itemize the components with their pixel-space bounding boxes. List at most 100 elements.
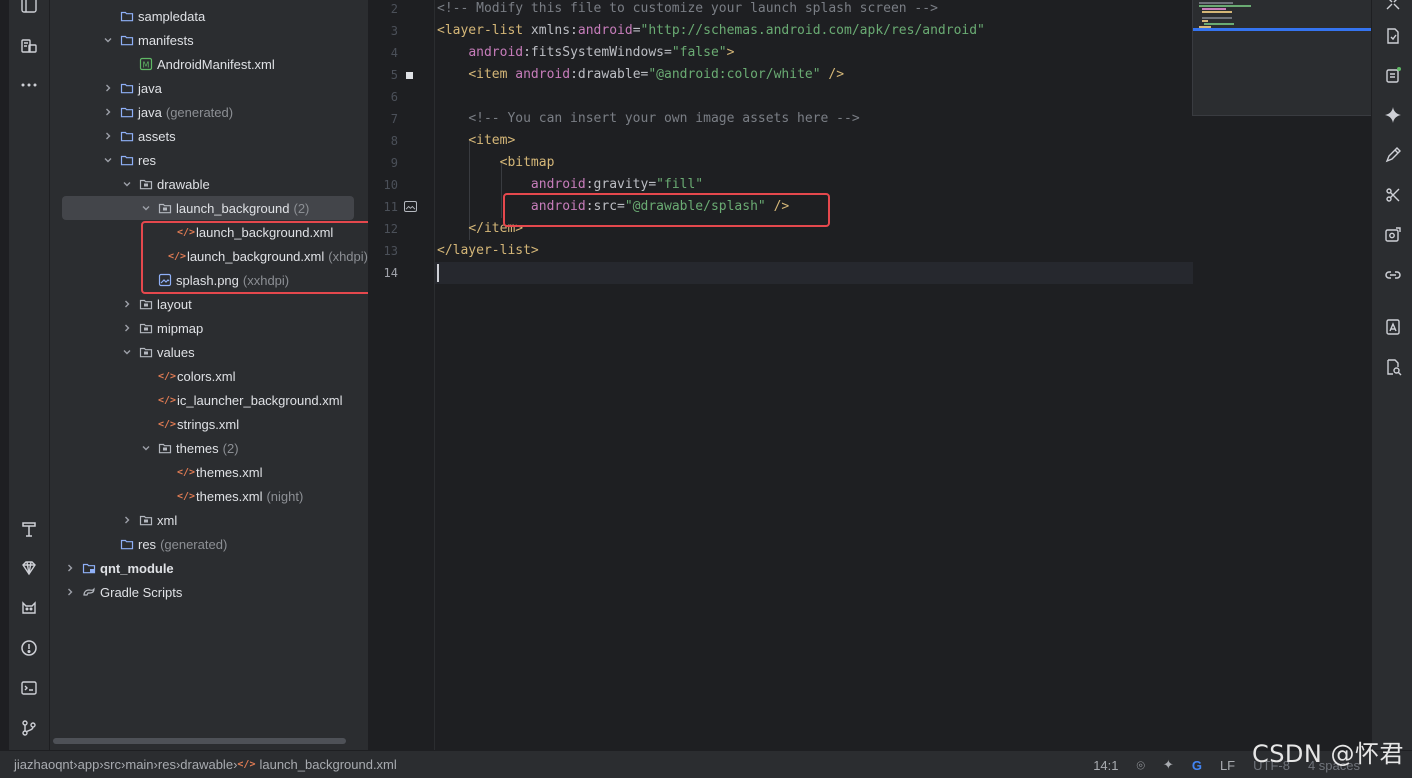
file-search-icon[interactable] bbox=[1382, 356, 1404, 378]
tree-item[interactable]: </> colors.xml bbox=[62, 364, 368, 388]
tree-item[interactable]: values bbox=[62, 340, 368, 364]
tree-item-label: strings.xml bbox=[177, 416, 240, 432]
breadcrumb-label: res bbox=[157, 757, 176, 772]
device-manager-icon[interactable] bbox=[1382, 25, 1404, 47]
gemini-status-icon[interactable]: ✦ bbox=[1163, 757, 1174, 773]
app-inspection-icon[interactable] bbox=[1382, 184, 1404, 206]
breadcrumb-item[interactable]: main bbox=[125, 757, 153, 772]
chevron-right-icon[interactable] bbox=[121, 322, 133, 334]
tree-item[interactable]: M AndroidManifest.xml bbox=[62, 52, 368, 76]
link-icon[interactable] bbox=[1382, 264, 1404, 286]
breadcrumb-item[interactable]: res bbox=[158, 757, 176, 772]
tree-item[interactable]: </> ic_launcher_background.xml bbox=[62, 388, 368, 412]
tree-item-label: qnt_module bbox=[100, 560, 174, 576]
code-token: android bbox=[530, 177, 586, 192]
tree-item[interactable]: qnt_module bbox=[62, 556, 368, 580]
tree-item-label: themes.xml bbox=[196, 488, 263, 504]
breadcrumb-item[interactable]: jiazhaoqnt bbox=[14, 757, 73, 772]
chevron-down-icon[interactable] bbox=[102, 34, 114, 46]
chevron-right-icon[interactable] bbox=[102, 130, 114, 142]
gemini-icon[interactable] bbox=[1382, 104, 1404, 126]
pencil-icon[interactable] bbox=[1382, 144, 1404, 166]
tree-item[interactable]: </> themes.xml bbox=[62, 460, 368, 484]
code-token: = bbox=[632, 23, 641, 38]
chevron-right-icon[interactable] bbox=[102, 106, 114, 118]
chevron-down-icon[interactable] bbox=[140, 202, 152, 214]
tree-horizontal-scrollbar[interactable] bbox=[53, 738, 346, 744]
chevron-down-icon[interactable] bbox=[102, 154, 114, 166]
tree-item[interactable]: mipmap bbox=[62, 316, 368, 340]
right-tool-window-bar bbox=[1371, 0, 1412, 750]
code-token: android bbox=[468, 45, 524, 60]
window-edge bbox=[0, 0, 9, 750]
tree-item[interactable]: res bbox=[62, 148, 368, 172]
line-number: 7 bbox=[390, 112, 398, 126]
folder-icon bbox=[120, 105, 134, 119]
logcat-icon[interactable] bbox=[18, 597, 40, 619]
left-tool-window-bar bbox=[0, 0, 50, 750]
code-token: <!-- You can insert your own image asset… bbox=[468, 111, 860, 126]
breadcrumb-item[interactable]: app bbox=[78, 757, 100, 772]
tree-item-label: ic_launcher_background.xml bbox=[177, 392, 343, 408]
code-editor[interactable]: 2 3 4 5 6 7 8 9 10 11 12 13 14 <!-- Modify this file… bbox=[368, 0, 1371, 750]
tree-item[interactable]: java (generated) bbox=[62, 100, 368, 124]
svg-text:M: M bbox=[143, 61, 150, 70]
breadcrumb-label: src bbox=[103, 757, 122, 772]
package-folder-icon bbox=[139, 321, 153, 335]
package-folder-icon bbox=[158, 441, 172, 455]
minimap-viewport[interactable] bbox=[1193, 28, 1371, 31]
tree-item-label: xml bbox=[157, 512, 178, 528]
resource-manager-icon[interactable] bbox=[18, 35, 40, 57]
code-token: <item bbox=[468, 67, 516, 82]
chevron-right-icon[interactable] bbox=[121, 298, 133, 310]
tree-item[interactable]: drawable bbox=[62, 172, 368, 196]
terminal-icon[interactable] bbox=[18, 677, 40, 699]
chevron-right-icon[interactable] bbox=[121, 514, 133, 526]
tree-item[interactable]: sampledata bbox=[62, 4, 368, 28]
chevron-down-icon[interactable] bbox=[140, 442, 152, 454]
tree-item[interactable]: layout bbox=[62, 292, 368, 316]
more-tool-windows-icon[interactable] bbox=[18, 74, 40, 96]
code-token: xmlns: bbox=[530, 23, 578, 38]
running-devices-icon[interactable] bbox=[1382, 64, 1404, 86]
tree-item[interactable]: java bbox=[62, 76, 368, 100]
tree-item[interactable]: </> strings.xml bbox=[62, 412, 368, 436]
image-preview-icon[interactable] bbox=[404, 201, 417, 212]
breadcrumb-item[interactable]: src bbox=[104, 757, 121, 772]
tree-item[interactable]: </> themes.xml (night) bbox=[62, 484, 368, 508]
chevron-right-icon[interactable] bbox=[64, 562, 76, 574]
status-bar: jiazhaoqnt › app › src › main › res › drawable › </>… bbox=[0, 750, 1412, 778]
git-icon[interactable] bbox=[18, 717, 40, 739]
tree-item[interactable]: themes (2) bbox=[62, 436, 368, 460]
minimap[interactable] bbox=[1192, 0, 1371, 116]
chevron-down-icon[interactable] bbox=[121, 178, 133, 190]
breadcrumb-item[interactable]: </> launch_background.xml bbox=[237, 757, 396, 772]
manifest-file-icon: M bbox=[139, 57, 153, 71]
tree-item[interactable]: assets bbox=[62, 124, 368, 148]
caret-position[interactable]: 14:1 bbox=[1093, 758, 1118, 773]
problems-icon[interactable] bbox=[18, 637, 40, 659]
color-swatch-icon[interactable] bbox=[406, 72, 413, 79]
ai-tree-icon[interactable]: ⌾ bbox=[1137, 757, 1145, 774]
translations-icon[interactable] bbox=[1382, 316, 1404, 338]
tree-item[interactable]: Gradle Scripts bbox=[62, 580, 368, 604]
folder-icon bbox=[120, 81, 134, 95]
breadcrumb-item[interactable]: drawable bbox=[180, 757, 233, 772]
line-ending[interactable]: LF bbox=[1220, 758, 1235, 773]
tree-item[interactable]: res (generated) bbox=[62, 532, 368, 556]
build-icon[interactable] bbox=[18, 518, 40, 540]
notifications-icon[interactable] bbox=[1382, 0, 1404, 14]
line-number: 10 bbox=[383, 178, 398, 192]
tree-item[interactable]: manifests bbox=[62, 28, 368, 52]
google-icon[interactable]: G bbox=[1192, 758, 1202, 773]
chevron-down-icon[interactable] bbox=[121, 346, 133, 358]
chevron-right-icon[interactable] bbox=[102, 82, 114, 94]
gem-icon[interactable] bbox=[18, 557, 40, 579]
layout-inspector-icon[interactable] bbox=[1382, 224, 1404, 246]
project-view-icon[interactable] bbox=[18, 0, 40, 16]
chevron-right-icon[interactable] bbox=[64, 586, 76, 598]
tree-item[interactable]: xml bbox=[62, 508, 368, 532]
code-token: :gravity bbox=[585, 177, 649, 192]
tree-item-label: java bbox=[138, 104, 162, 120]
tree-item[interactable]: launch_background (2) bbox=[62, 196, 354, 220]
